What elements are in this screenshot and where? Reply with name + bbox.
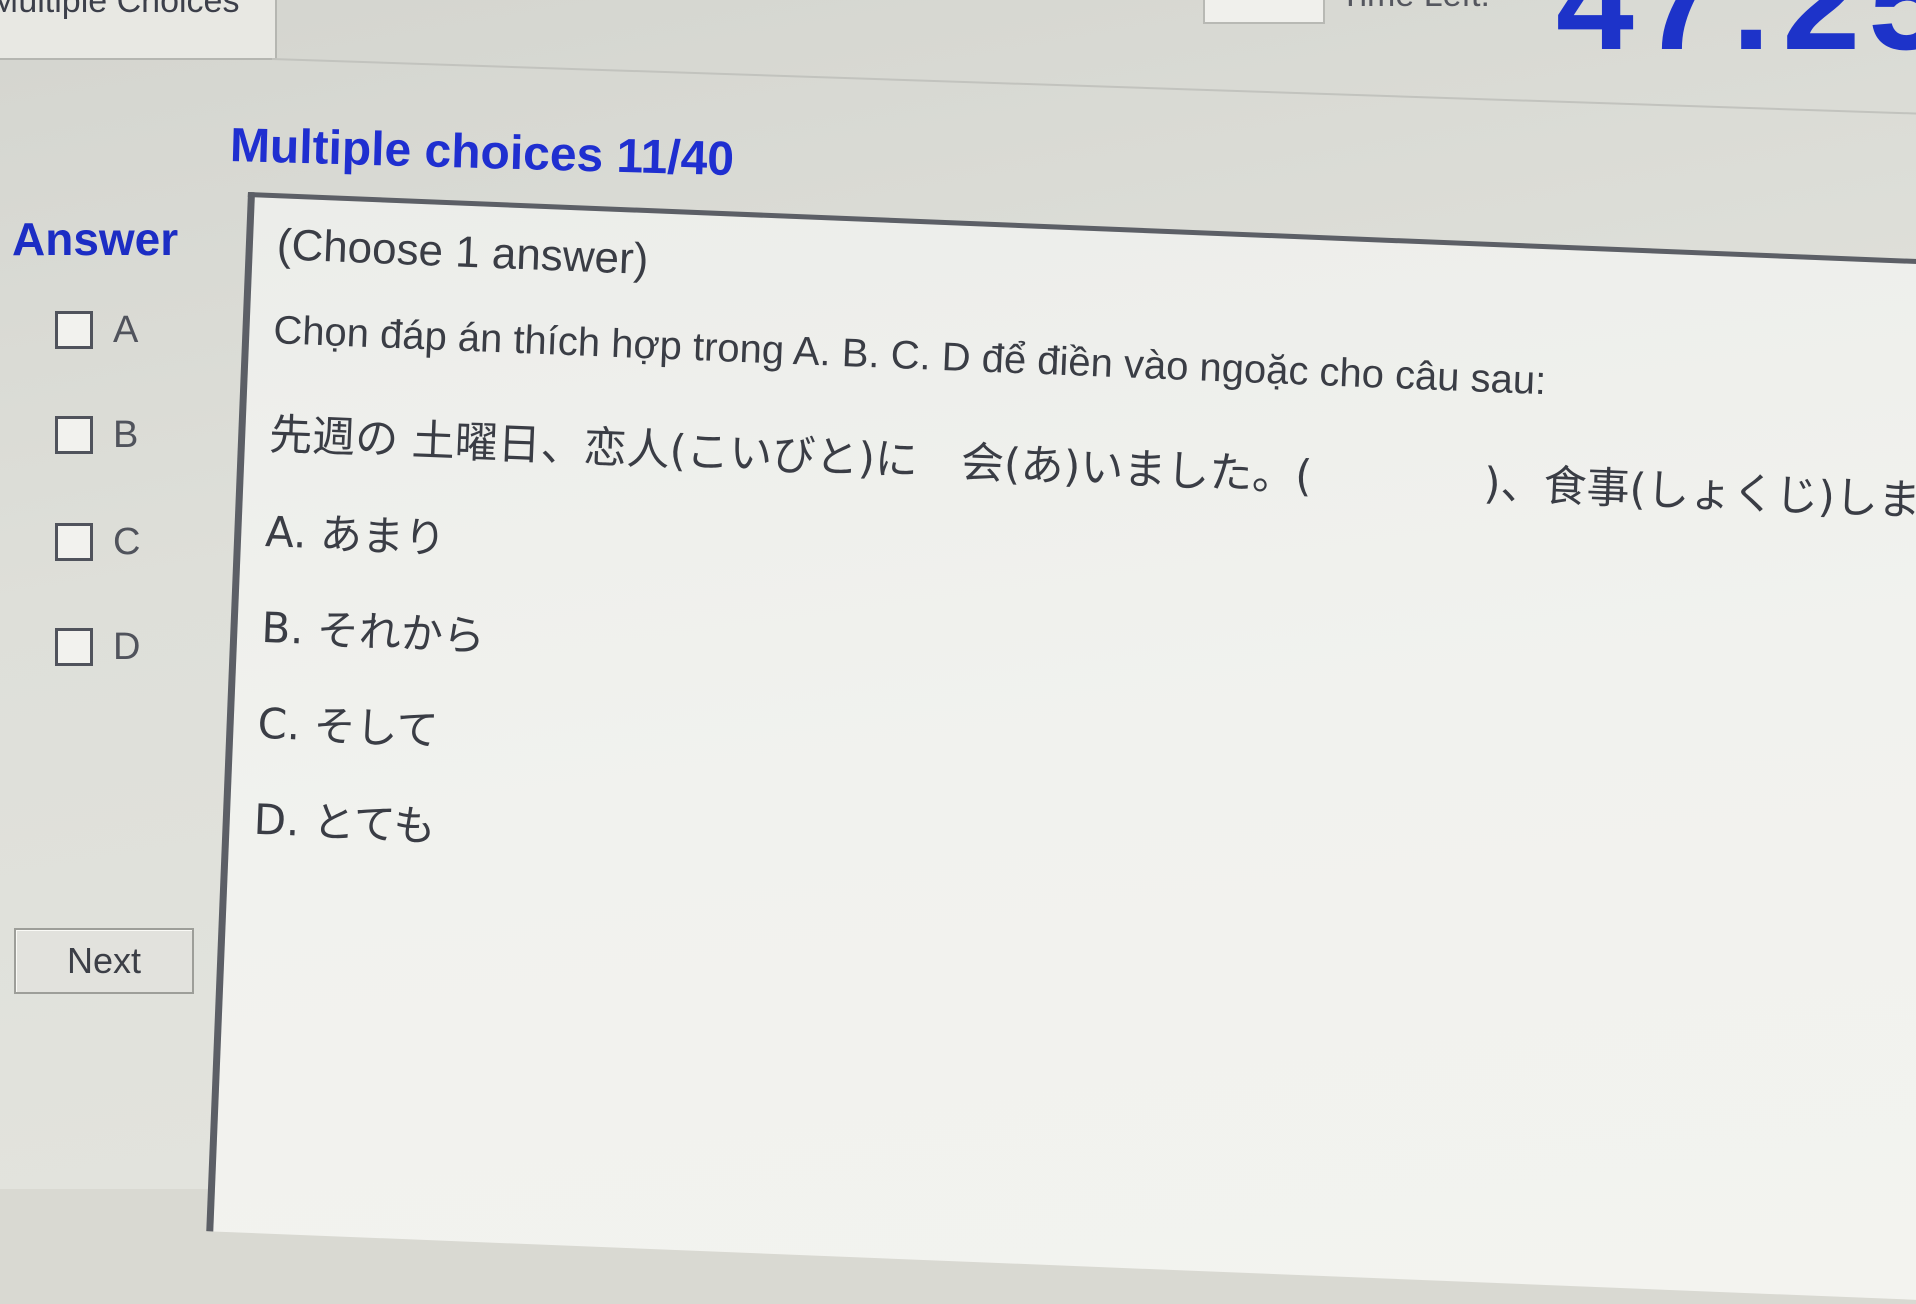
checkbox-a[interactable] — [55, 311, 93, 349]
option-b-text: B. それから — [260, 602, 486, 661]
question-counter-title: Multiple choices 11/40 — [229, 119, 735, 187]
choice-letter-d: D — [113, 625, 141, 668]
tab-title: Multiple Choices — [0, 0, 240, 20]
quiz-screen: Multiple Choices Time Left: 47:25 Multip… — [0, 0, 1916, 1301]
checkbox-d[interactable] — [55, 628, 93, 666]
countdown-timer: 47:25 — [1556, 0, 1916, 79]
answer-choice-c[interactable]: C — [55, 519, 140, 565]
choice-letter-c: C — [113, 520, 141, 563]
window-tab[interactable]: Multiple Choices — [0, 0, 277, 60]
answer-choice-d[interactable]: D — [55, 624, 140, 670]
answer-choice-a[interactable]: A — [55, 307, 138, 353]
question-prompt: Chọn đáp án thích hợp trong A. B. C. D đ… — [272, 308, 1548, 404]
choice-letter-b: B — [113, 413, 139, 456]
question-panel: (Choose 1 answer) Chọn đáp án thích hợp … — [206, 192, 1916, 1301]
time-left-label: Time Left: — [1340, 0, 1490, 15]
answer-heading: Answer — [12, 213, 179, 265]
top-input-box — [1203, 0, 1325, 24]
option-c-text: C. そして — [256, 698, 440, 756]
answer-choice-b[interactable]: B — [55, 412, 138, 458]
next-button[interactable]: Next — [14, 928, 194, 994]
option-a-text: A. あまり — [264, 506, 447, 564]
choice-letter-a: A — [113, 308, 139, 351]
question-instruction: (Choose 1 answer) — [275, 220, 650, 285]
checkbox-b[interactable] — [55, 416, 93, 454]
checkbox-c[interactable] — [55, 523, 93, 561]
option-d-text: D. とても — [252, 794, 437, 852]
question-sentence: 先週の 土曜日、恋人(こいびと)に 会(あ)いました。( )、食事(しょくじ)し… — [268, 410, 1916, 532]
